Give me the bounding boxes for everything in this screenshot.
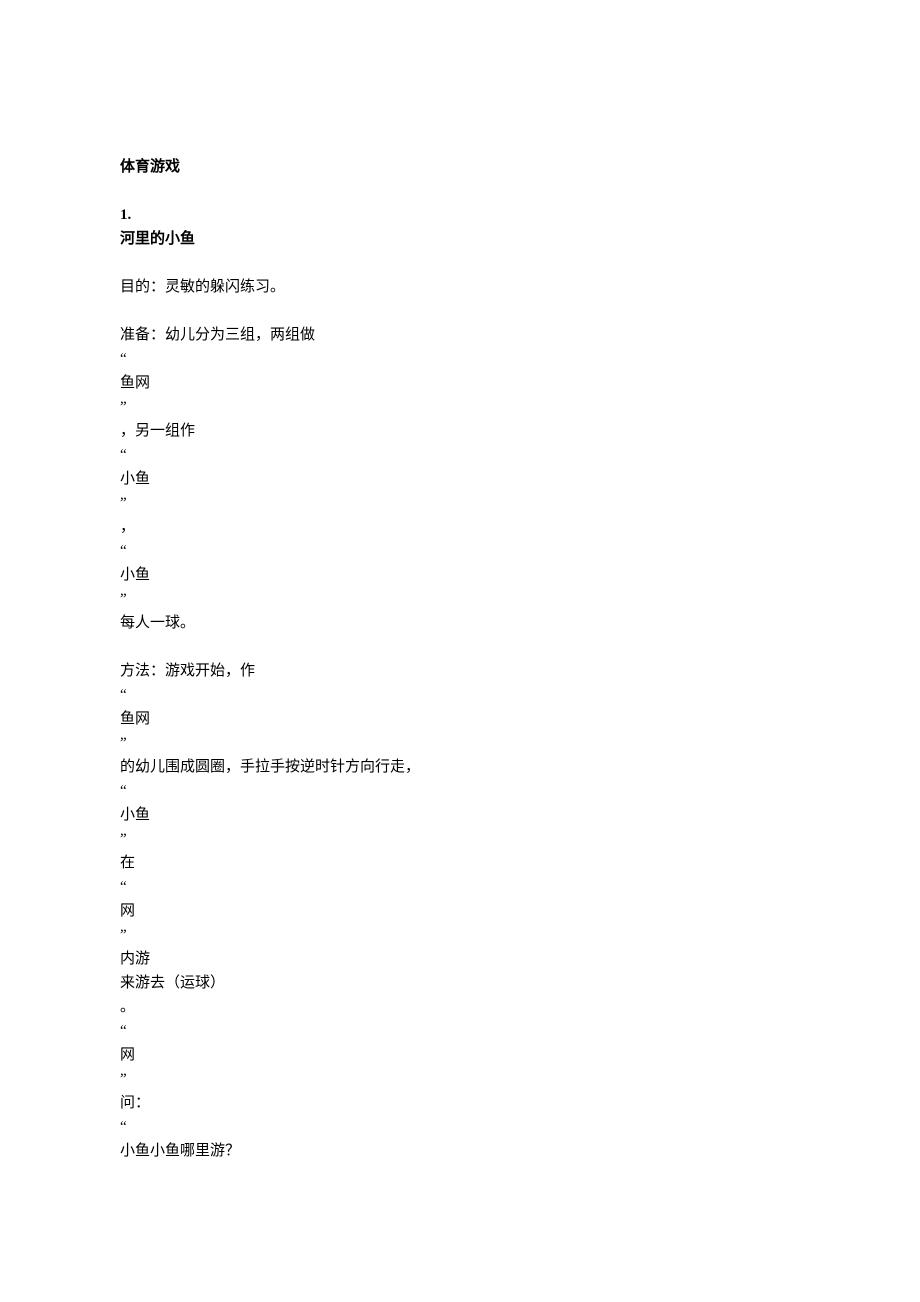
method-line: ” — [120, 827, 800, 851]
prep-line: ” — [120, 395, 800, 419]
method-line: “ — [120, 779, 800, 803]
method-line: 在 — [120, 851, 800, 875]
method-line: ” — [120, 923, 800, 947]
prep-line: 鱼网 — [120, 371, 800, 395]
prep-line: ，另一组作 — [120, 419, 800, 443]
method-line: 来游去（运球） — [120, 971, 800, 995]
spacer — [120, 299, 800, 323]
purpose-text: 目的：灵敏的躲闪练习。 — [120, 275, 800, 299]
method-line: 的幼儿围成圆圈，手拉手按逆时针方向行走， — [120, 755, 800, 779]
prep-line: 小鱼 — [120, 563, 800, 587]
prep-line: 每人一球。 — [120, 611, 800, 635]
method-line: ” — [120, 1067, 800, 1091]
method-line: ” — [120, 731, 800, 755]
prep-line: 准备：幼儿分为三组，两组做 — [120, 323, 800, 347]
method-line: 鱼网 — [120, 707, 800, 731]
method-line: 。 — [120, 995, 800, 1019]
prep-line: ， — [120, 515, 800, 539]
item-title: 河里的小鱼 — [120, 227, 800, 251]
method-line: 内游 — [120, 947, 800, 971]
method-line: “ — [120, 1115, 800, 1139]
spacer — [120, 635, 800, 659]
prep-line: ” — [120, 491, 800, 515]
prep-line: ” — [120, 587, 800, 611]
method-line: 小鱼小鱼哪里游？ — [120, 1139, 800, 1163]
document-page: 体育游戏 1. 河里的小鱼 目的：灵敏的躲闪练习。 准备：幼儿分为三组，两组做 … — [0, 0, 920, 1223]
item-number: 1. — [120, 203, 800, 227]
prep-line: 小鱼 — [120, 467, 800, 491]
method-line: “ — [120, 1019, 800, 1043]
document-title: 体育游戏 — [120, 155, 800, 179]
method-line: 小鱼 — [120, 803, 800, 827]
method-line: 方法：游戏开始，作 — [120, 659, 800, 683]
spacer — [120, 179, 800, 203]
spacer — [120, 251, 800, 275]
method-line: “ — [120, 683, 800, 707]
method-line: 网 — [120, 899, 800, 923]
method-line: 问： — [120, 1091, 800, 1115]
method-line: “ — [120, 875, 800, 899]
prep-line: “ — [120, 539, 800, 563]
prep-line: “ — [120, 443, 800, 467]
method-line: 网 — [120, 1043, 800, 1067]
prep-line: “ — [120, 347, 800, 371]
